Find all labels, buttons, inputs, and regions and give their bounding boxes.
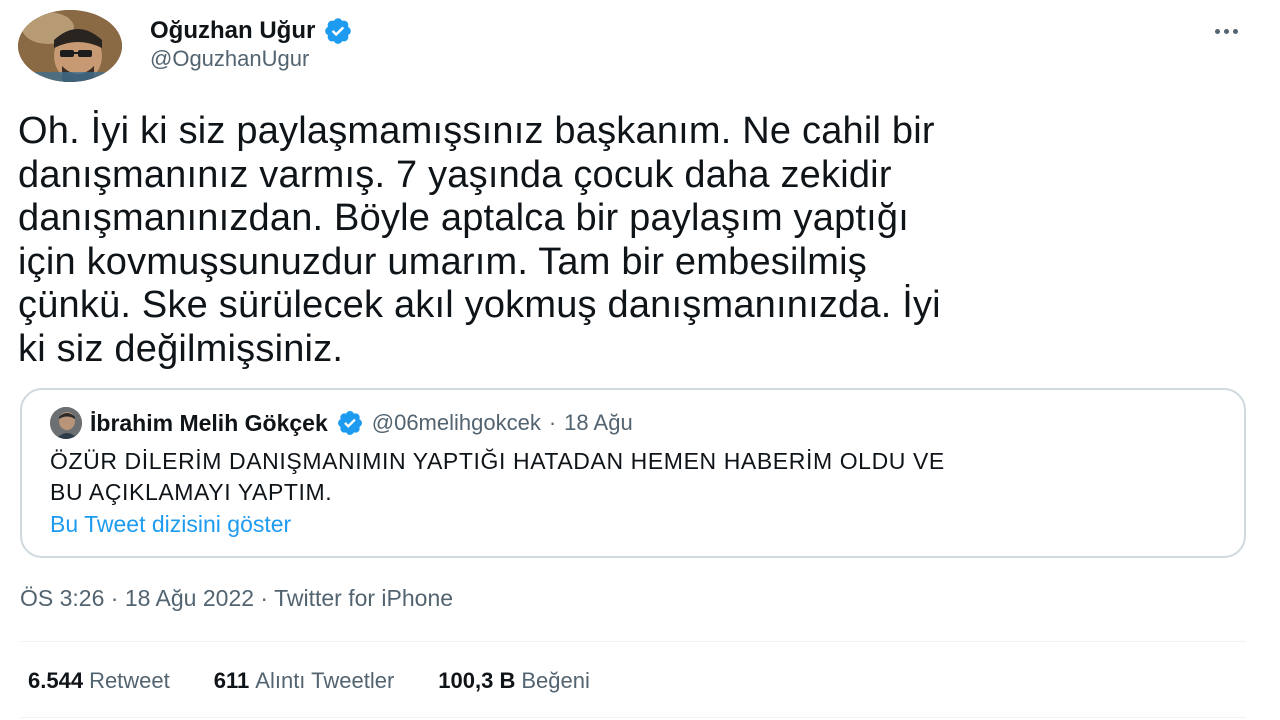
show-thread-link[interactable]: Bu Tweet dizisini göster xyxy=(50,511,291,538)
quoted-date: 18 Ağu xyxy=(564,410,633,435)
meta-separator: · xyxy=(260,585,269,611)
tweet-meta: ÖS 3:26 · 18 Ağu 2022 · Twitter for iPho… xyxy=(20,585,453,612)
author-name[interactable]: Oğuzhan Uğur xyxy=(150,17,315,45)
quoted-author-avatar[interactable] xyxy=(50,407,82,439)
quotes-label: Alıntı Tweetler xyxy=(255,668,395,693)
tweet-text-line: için kovmuşsunuzdur umarım. Tam bir embe… xyxy=(18,240,867,283)
tweet-text: Oh. İyi ki siz paylaşmamışsınız başkanım… xyxy=(18,110,1248,371)
more-dot xyxy=(1223,28,1229,34)
likes-label: Beğeni xyxy=(521,668,590,693)
quoted-verified-badge-icon xyxy=(336,409,364,437)
tweet-text-line: çünkü. Ske sürülecek akıl yokmuş danışma… xyxy=(18,284,941,326)
quoted-text-line: ÖZÜR DİLERİM DANIŞMANIMIN YAPTIĞI HATADA… xyxy=(50,448,945,474)
tweet-text-line: danışmanınız varmış. 7 yaşında çocuk dah… xyxy=(18,153,892,196)
quoted-author-handle: @06melihgokcek xyxy=(371,410,541,435)
retweets-label: Retweet xyxy=(89,668,170,693)
tweet-stats: 6.544 Retweet 611 Alıntı Tweetler 100,3 BB… xyxy=(28,668,590,694)
tweet-time[interactable]: ÖS 3:26 xyxy=(20,585,104,611)
quoted-profile-photo-icon xyxy=(50,407,82,439)
quoted-tweet-card[interactable]: İbrahim Melih Gökçek @06melihgokcek · 18… xyxy=(20,388,1246,558)
tweet-text-line: danışmanınızdan. Böyle aptalca bir payla… xyxy=(18,197,910,239)
more-dot xyxy=(1232,28,1238,34)
likes-stat[interactable]: 100,3 B Beğeni xyxy=(438,668,590,694)
quoted-tweet-header: İbrahim Melih Gökçek @06melihgokcek · 18… xyxy=(50,406,633,440)
author-name-row: Oğuzhan Uğur xyxy=(150,14,353,48)
tweet-text-line: Oh. İyi ki siz paylaşmamışsınız başkanım… xyxy=(18,110,935,152)
quoted-separator: · xyxy=(548,410,557,435)
profile-photo-icon xyxy=(18,10,122,82)
likes-count: 100,3 B xyxy=(438,668,516,693)
divider xyxy=(20,717,1246,718)
retweets-stat[interactable]: 6.544 Retweet xyxy=(28,668,170,694)
author-avatar[interactable] xyxy=(18,10,122,82)
tweet-date[interactable]: 18 Ağu 2022 xyxy=(125,585,254,611)
author-handle[interactable]: @OguzhanUgur xyxy=(150,46,309,72)
quoted-author-name: İbrahim Melih Gökçek xyxy=(90,409,328,436)
more-horizontal-icon xyxy=(1214,28,1220,34)
quotes-stat[interactable]: 611 Alıntı Tweetler xyxy=(214,668,395,694)
quotes-count: 611 xyxy=(213,668,250,693)
retweets-count: 6.544 xyxy=(28,668,84,693)
quoted-tweet-text: ÖZÜR DİLERİM DANIŞMANIMIN YAPTIĞI HATADA… xyxy=(50,446,1230,508)
tweet-text-line: ki siz değilmişsiniz. xyxy=(18,327,344,370)
quoted-text-line: BU AÇIKLAMAYI YAPTIM. xyxy=(50,479,333,505)
divider xyxy=(20,641,1246,642)
more-options-button[interactable] xyxy=(1206,18,1246,44)
meta-separator: · xyxy=(110,585,119,611)
tweet-source[interactable]: Twitter for iPhone xyxy=(274,585,453,611)
verified-badge-icon xyxy=(323,16,353,46)
